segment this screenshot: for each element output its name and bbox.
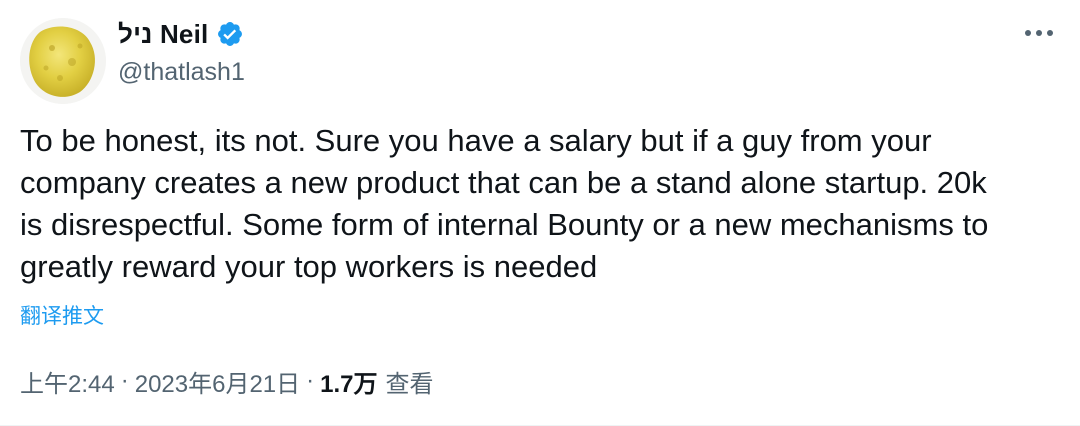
meta-separator: · xyxy=(306,367,315,394)
views-count: 1.7万 xyxy=(320,370,378,398)
more-options-button[interactable] xyxy=(1022,20,1056,46)
author-handle[interactable]: @thatlash1 xyxy=(118,54,245,90)
author-name-row: ניל Neil xyxy=(118,14,244,54)
tweet-time[interactable]: 上午2:44 xyxy=(20,364,115,399)
tweet-date[interactable]: 2023年6月21日 xyxy=(135,364,300,399)
more-horizontal-icon xyxy=(1025,30,1053,36)
avatar[interactable] xyxy=(20,18,106,104)
verified-badge-icon[interactable] xyxy=(216,20,244,48)
cheese-puff-avatar-icon xyxy=(20,18,106,104)
translate-tweet-link[interactable]: 翻译推文 xyxy=(20,301,104,333)
author-display-name[interactable]: ניל Neil xyxy=(118,21,208,47)
tweet-card: ניל Neil @thatlash1 To be honest, its no… xyxy=(0,0,1080,426)
tweet-text: To be honest, its not. Sure you have a s… xyxy=(20,123,989,284)
meta-separator: · xyxy=(120,367,129,394)
views-label: 查看 xyxy=(385,370,434,398)
tweet-meta: 上午2:44 · 2023年6月21日 · 1.7万 查看 xyxy=(20,363,434,399)
